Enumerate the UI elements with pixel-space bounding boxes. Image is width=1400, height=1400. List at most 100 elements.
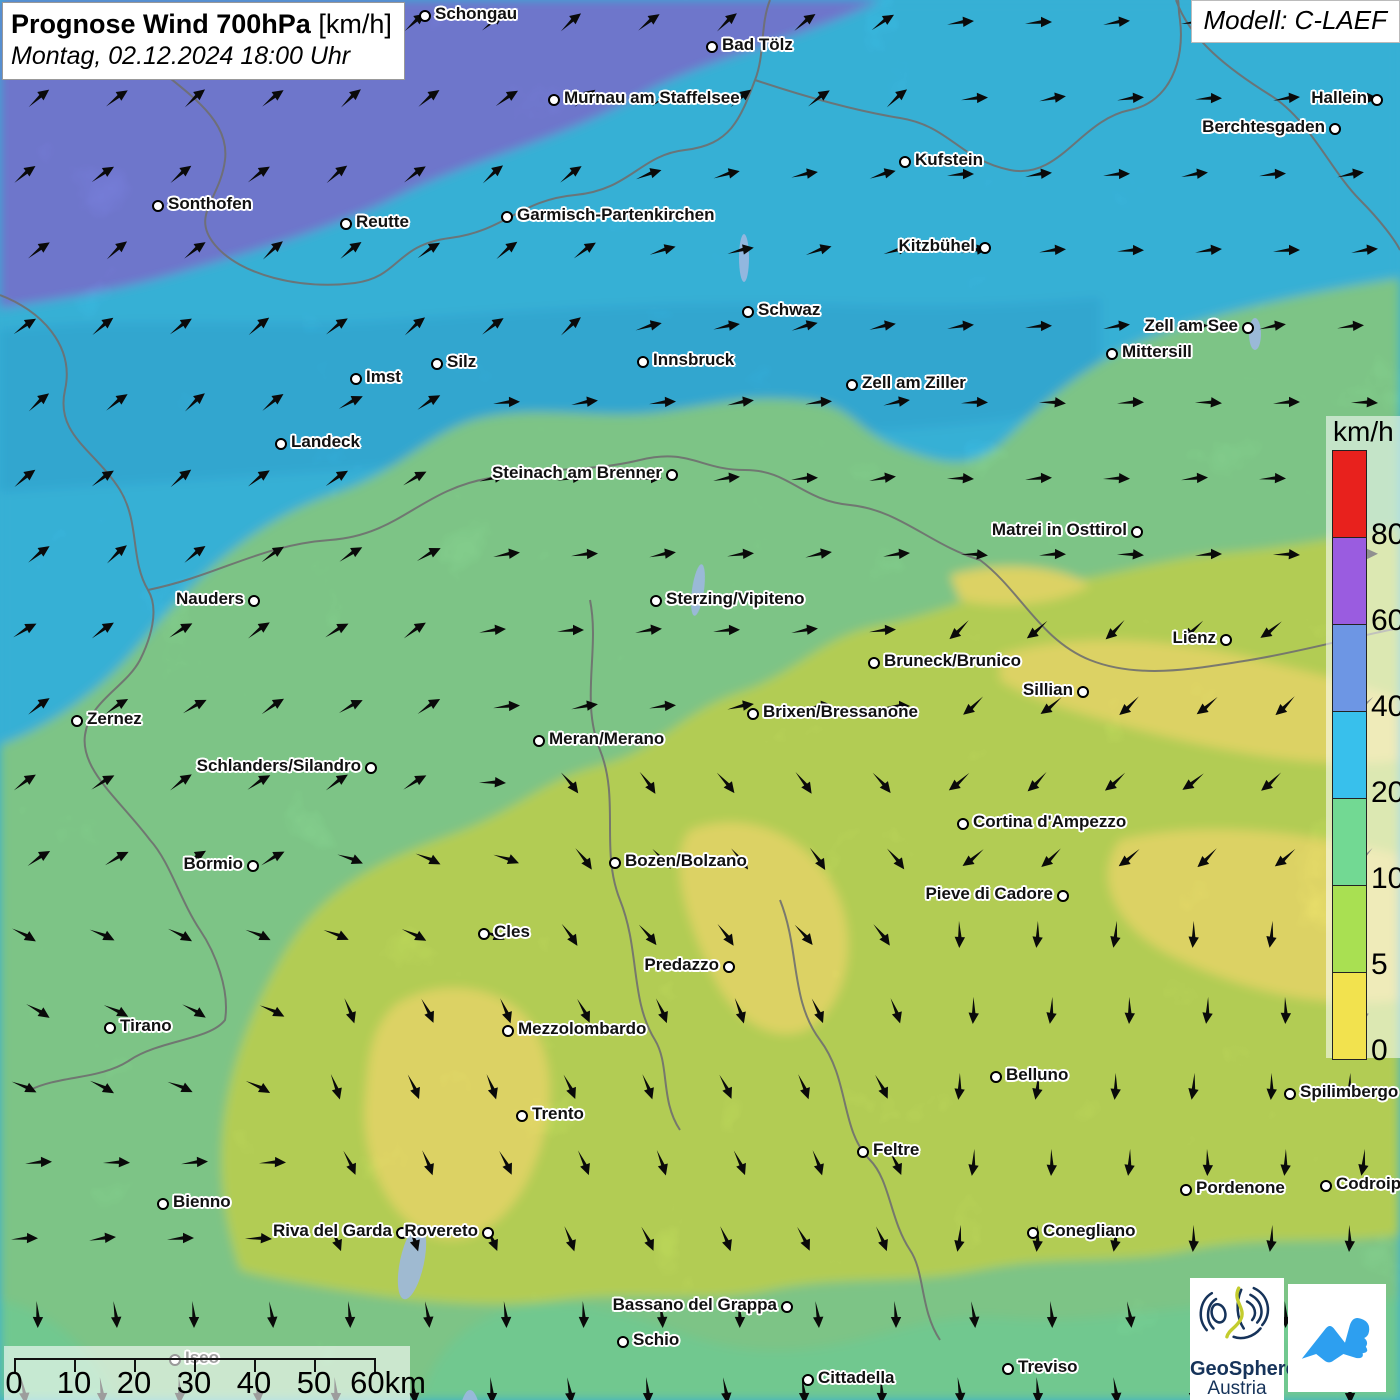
weather-map: SchongauBad TölzKemptenMurnau am Staffel… (0, 0, 1400, 1400)
city-label: Schlanders/Silandro (197, 756, 361, 776)
city-dot (247, 860, 259, 872)
city-label: Schio (633, 1330, 679, 1350)
city-dot (1002, 1363, 1014, 1375)
city-label: Conegliano (1043, 1221, 1136, 1241)
city-label: Lienz (1173, 628, 1216, 648)
city-dot (502, 1025, 514, 1037)
city-dot (275, 438, 287, 450)
city-dot (1106, 348, 1118, 360)
legend-segment (1333, 798, 1366, 885)
city-dot (650, 595, 662, 607)
scale-tick-label: 0 (5, 1365, 22, 1400)
city-label: Sonthofen (168, 194, 252, 214)
city-label: Bassano del Grappa (613, 1295, 777, 1315)
city-label: Bruneck/Brunico (884, 651, 1021, 671)
city-dot (1077, 686, 1089, 698)
city-dot (1220, 634, 1232, 646)
city-dot (1180, 1184, 1192, 1196)
forecast-datetime: Montag, 02.12.2024 18:00 Uhr (11, 42, 392, 71)
city-label: Innsbruck (653, 350, 734, 370)
city-label: Codroipo (1336, 1174, 1400, 1194)
legend-segment (1333, 624, 1366, 711)
city-label: Cortina d'Ampezzo (973, 812, 1126, 832)
model-label: Modell: C-LAEF (1191, 0, 1400, 43)
city-label: Treviso (1018, 1357, 1078, 1377)
city-label: Hallein (1311, 88, 1367, 108)
city-label: Zell am Ziller (862, 373, 966, 393)
city-label: Brixen/Bressanone (763, 702, 918, 722)
city-dot (802, 1374, 814, 1386)
city-label: Trento (532, 1104, 584, 1124)
city-label: Bozen/Bolzano (625, 851, 747, 871)
legend-tick-label: 0 (1371, 1034, 1388, 1068)
city-label: Meran/Merano (549, 729, 664, 749)
city-label: Bienno (173, 1192, 231, 1212)
forecast-title-main: Prognose Wind 700hPa (11, 9, 311, 39)
city-label: Mezzolombardo (518, 1019, 646, 1039)
geosphere-org-text: GeoSphere (1190, 1359, 1284, 1379)
scale-tick-label: 20 (117, 1365, 151, 1400)
mountain-logo (1288, 1284, 1386, 1392)
forecast-title-unit: [km/h] (318, 9, 392, 39)
city-dot (1242, 322, 1254, 334)
city-label: Schongau (435, 4, 517, 24)
scale-tick-label: 30 (177, 1365, 211, 1400)
scale-tick-label: 10 (57, 1365, 91, 1400)
city-label: Matrei in Osttirol (992, 520, 1127, 540)
city-dot (742, 306, 754, 318)
city-label: Bad Tölz (722, 35, 793, 55)
legend-tick-label: 5 (1371, 948, 1388, 982)
mountain-icon (1297, 1298, 1377, 1378)
forecast-title: Prognose Wind 700hPa [km/h] (11, 9, 392, 40)
geosphere-logo: GeoSphere Austria (1190, 1278, 1284, 1400)
city-label: Nauders (176, 589, 244, 609)
city-label: Pieve di Cadore (925, 884, 1053, 904)
city-label: Rovereto (404, 1221, 478, 1241)
city-label: Zernez (87, 709, 142, 729)
legend-segment (1333, 711, 1366, 798)
city-label: Steinach am Brenner (492, 463, 662, 483)
city-dot (248, 595, 260, 607)
city-label: Bormio (184, 854, 244, 874)
city-label: Cittadella (818, 1368, 895, 1388)
city-label: Riva del Garda (273, 1221, 392, 1241)
city-label: Belluno (1006, 1065, 1068, 1085)
city-dot (1284, 1088, 1296, 1100)
city-dot (846, 379, 858, 391)
legend-segment (1333, 451, 1366, 537)
city-label: Sillian (1023, 680, 1073, 700)
city-dot (868, 657, 880, 669)
city-dot (1057, 890, 1069, 902)
scale-bar: 0102030405060km (4, 1346, 410, 1400)
city-label: Pordenone (1196, 1178, 1285, 1198)
city-label: Imst (366, 367, 401, 387)
city-dot (706, 41, 718, 53)
city-label: Feltre (873, 1140, 919, 1160)
city-label: Garmisch-Partenkirchen (517, 205, 714, 225)
city-dot (533, 735, 545, 747)
city-label: Schwaz (758, 300, 820, 320)
legend-tick-label: 20 (1371, 776, 1400, 810)
city-label: Tirano (120, 1016, 172, 1036)
city-dot (516, 1110, 528, 1122)
scale-tick-label: 50 (297, 1365, 331, 1400)
legend-tick-label: 60 (1371, 604, 1400, 638)
city-dot (152, 200, 164, 212)
city-label: Berchtesgaden (1202, 117, 1325, 137)
legend-segment (1333, 972, 1366, 1059)
city-dot (617, 1336, 629, 1348)
city-label: Reutte (356, 212, 409, 232)
city-dot (340, 218, 352, 230)
city-dot (723, 961, 735, 973)
city-dot (478, 928, 490, 940)
legend-segment (1333, 885, 1366, 972)
city-label: Silz (447, 352, 476, 372)
city-dot (501, 211, 513, 223)
city-label: Sterzing/Vipiteno (666, 589, 805, 609)
scale-tick-label: 60km (350, 1365, 426, 1400)
city-label: Predazzo (644, 955, 719, 975)
scale-tick-label: 40 (237, 1365, 271, 1400)
geosphere-logo-icon (1195, 1278, 1279, 1352)
city-dot (1131, 526, 1143, 538)
city-dot (350, 373, 362, 385)
